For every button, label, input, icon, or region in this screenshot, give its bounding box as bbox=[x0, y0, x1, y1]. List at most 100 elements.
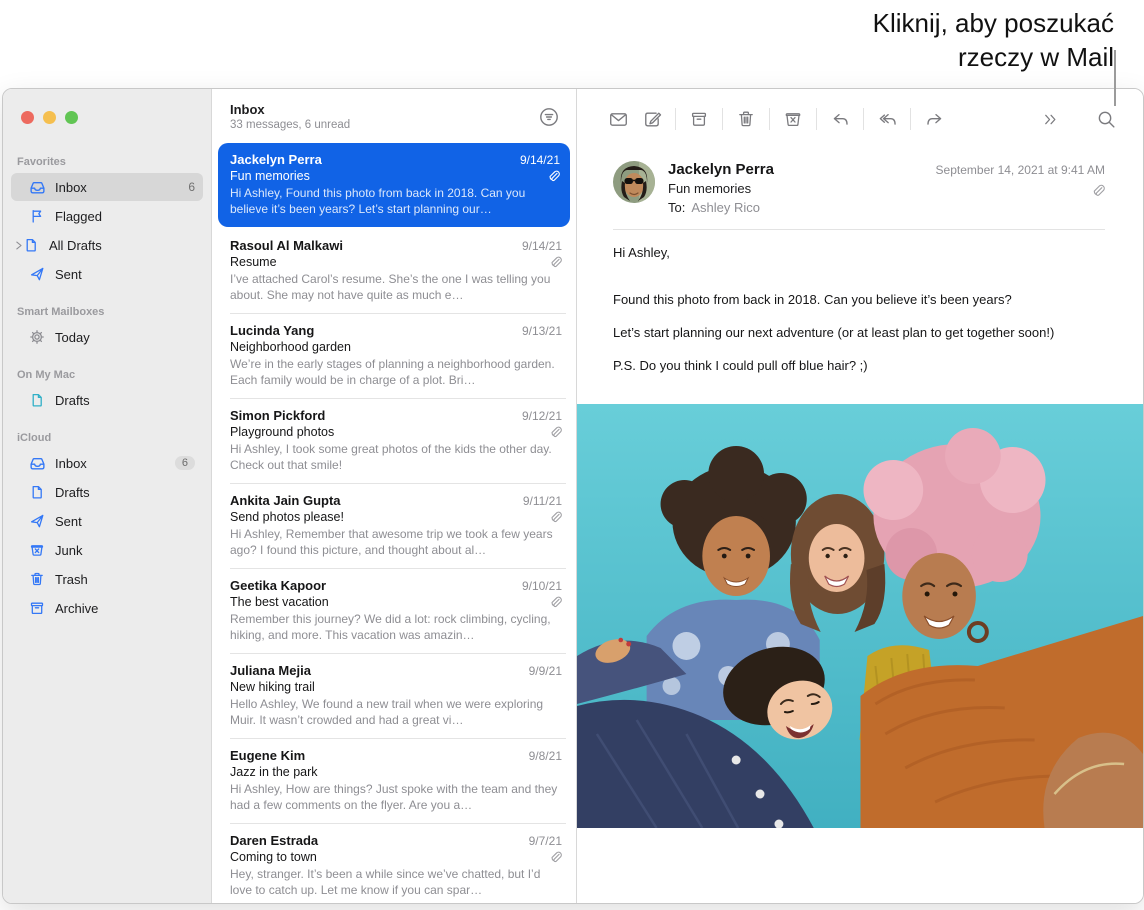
to-label: To: bbox=[668, 200, 685, 215]
paperclip-icon bbox=[548, 510, 562, 524]
paperclip-icon bbox=[548, 595, 562, 609]
mail-window: FavoritesInbox6FlaggedAll DraftsSentSmar… bbox=[2, 88, 1144, 904]
sidebar-item-drafts[interactable]: Drafts bbox=[11, 478, 203, 506]
message-date: 9/7/21 bbox=[529, 834, 562, 848]
message-subject: Fun memories bbox=[230, 169, 546, 183]
message-subject: New hiking trail bbox=[230, 680, 562, 694]
sidebar-item-label: Sent bbox=[55, 267, 195, 282]
doc-icon bbox=[23, 237, 41, 253]
message-row[interactable]: Simon Pickford9/12/21Playground photosHi… bbox=[212, 399, 576, 483]
sidebar-item-label: Inbox bbox=[55, 456, 175, 471]
message-sender-name: Jackelyn Perra bbox=[668, 161, 936, 178]
sidebar-item-inbox[interactable]: Inbox6 bbox=[11, 449, 203, 477]
reply-all-button[interactable] bbox=[870, 105, 904, 133]
sidebar-item-all-drafts[interactable]: All Drafts bbox=[11, 231, 203, 259]
attachment-icon[interactable] bbox=[936, 183, 1105, 198]
doc-icon bbox=[29, 392, 47, 408]
friends-photo bbox=[577, 404, 1143, 828]
junk-icon bbox=[29, 542, 47, 558]
reply-icon bbox=[830, 109, 851, 130]
minimize-button[interactable] bbox=[43, 111, 56, 124]
message-row[interactable]: Rasoul Al Malkawi9/14/21ResumeI’ve attac… bbox=[212, 229, 576, 313]
message-row[interactable]: Lucinda Yang9/13/21Neighborhood gardenWe… bbox=[212, 314, 576, 398]
sidebar-item-inbox[interactable]: Inbox6 bbox=[11, 173, 203, 201]
paperclip-icon bbox=[548, 255, 562, 269]
callout-line2: rzeczy w Mail bbox=[873, 40, 1114, 74]
section-heading: Smart Mailboxes bbox=[3, 302, 211, 322]
close-button[interactable] bbox=[21, 111, 34, 124]
recipient-name[interactable]: Ashley Rico bbox=[691, 200, 760, 215]
section-heading: On My Mac bbox=[3, 365, 211, 385]
search-button[interactable] bbox=[1089, 105, 1123, 133]
sidebar-item-trash[interactable]: Trash bbox=[11, 565, 203, 593]
filter-icon bbox=[538, 115, 560, 132]
sidebar-item-sent[interactable]: Sent bbox=[11, 507, 203, 535]
toolbar-separator bbox=[769, 108, 770, 130]
message-subject: Neighborhood garden bbox=[230, 340, 562, 354]
message-preview: Hi Ashley, Found this photo from back in… bbox=[230, 185, 560, 217]
reading-pane: Jackelyn Perra Fun memories To:Ashley Ri… bbox=[577, 89, 1143, 903]
get-mail-icon bbox=[608, 109, 629, 130]
message-preview: Hi Ashley, Remember that awesome trip we… bbox=[230, 526, 562, 558]
sidebar-item-flagged[interactable]: Flagged bbox=[11, 202, 203, 230]
sidebar-item-label: Drafts bbox=[55, 485, 195, 500]
message-date: 9/14/21 bbox=[520, 153, 560, 167]
message-row[interactable]: Eugene Kim9/8/21Jazz in the parkHi Ashle… bbox=[212, 739, 576, 823]
message-preview: I’ve attached Carol’s resume. She’s the … bbox=[230, 271, 562, 303]
more-button[interactable] bbox=[1033, 105, 1067, 133]
message-sender: Simon Pickford bbox=[230, 408, 514, 423]
junk-icon bbox=[783, 109, 803, 129]
paperclip-icon bbox=[546, 169, 560, 183]
message-date: 9/8/21 bbox=[529, 749, 562, 763]
trash-icon bbox=[29, 571, 47, 587]
get-mail-button[interactable] bbox=[601, 105, 635, 133]
message-row[interactable]: Ankita Jain Gupta9/11/21Send photos plea… bbox=[212, 484, 576, 568]
message-sender: Geetika Kapoor bbox=[230, 578, 514, 593]
archive-button[interactable] bbox=[682, 105, 716, 133]
message-row[interactable]: Geetika Kapoor9/10/21The best vacationRe… bbox=[212, 569, 576, 653]
compose-button[interactable] bbox=[635, 105, 669, 133]
message-row[interactable]: Juliana Mejia9/9/21New hiking trailHello… bbox=[212, 654, 576, 738]
message-date: 9/9/21 bbox=[529, 664, 562, 678]
filter-button[interactable] bbox=[538, 106, 560, 133]
reply-button[interactable] bbox=[823, 105, 857, 133]
sidebar: FavoritesInbox6FlaggedAll DraftsSentSmar… bbox=[3, 89, 212, 903]
forward-button[interactable] bbox=[917, 105, 951, 133]
section-heading: Favorites bbox=[3, 152, 211, 172]
message-date: September 14, 2021 at 9:41 AM bbox=[936, 163, 1105, 177]
sidebar-item-drafts[interactable]: Drafts bbox=[11, 386, 203, 414]
sidebar-section-icloud: iCloudInbox6DraftsSentJunkTrashArchive bbox=[3, 428, 211, 622]
message-sender: Rasoul Al Malkawi bbox=[230, 238, 514, 253]
send-icon bbox=[29, 266, 47, 282]
junk-button[interactable] bbox=[776, 105, 810, 133]
archive-icon bbox=[29, 600, 47, 616]
message-date: 9/10/21 bbox=[522, 579, 562, 593]
message-preview: Hey, stranger. It’s been a while since w… bbox=[230, 866, 562, 898]
message-photo-attachment bbox=[577, 404, 1143, 828]
message-recipients: To: Ashley Rico bbox=[668, 200, 936, 215]
sidebar-item-label: Sent bbox=[55, 514, 195, 529]
callout-pointer-line bbox=[1114, 50, 1116, 106]
sidebar-item-junk[interactable]: Junk bbox=[11, 536, 203, 564]
sidebar-item-today[interactable]: Today bbox=[11, 323, 203, 351]
flag-icon bbox=[29, 208, 47, 224]
message-subject: The best vacation bbox=[230, 595, 548, 609]
zoom-button[interactable] bbox=[65, 111, 78, 124]
sidebar-item-label: Today bbox=[55, 330, 195, 345]
search-icon bbox=[1096, 109, 1117, 130]
sidebar-item-label: Archive bbox=[55, 601, 195, 616]
message-date: 9/11/21 bbox=[523, 494, 562, 508]
message-row[interactable]: Jackelyn Perra9/14/21Fun memoriesHi Ashl… bbox=[218, 143, 570, 227]
sidebar-item-sent[interactable]: Sent bbox=[11, 260, 203, 288]
trash-icon bbox=[736, 109, 756, 129]
message-list-header: Inbox 33 messages, 6 unread bbox=[212, 89, 576, 139]
sidebar-item-archive[interactable]: Archive bbox=[11, 594, 203, 622]
mailbox-title: Inbox bbox=[230, 102, 538, 117]
message-body: Hi Ashley, Found this photo from back in… bbox=[577, 230, 1143, 398]
sidebar-item-label: Junk bbox=[55, 543, 195, 558]
message-sender: Daren Estrada bbox=[230, 833, 521, 848]
message-row[interactable]: Daren Estrada9/7/21Coming to townHey, st… bbox=[212, 824, 576, 903]
message-date: 9/14/21 bbox=[522, 239, 562, 253]
trash-button[interactable] bbox=[729, 105, 763, 133]
message-preview: Hi Ashley, How are things? Just spoke wi… bbox=[230, 781, 562, 813]
